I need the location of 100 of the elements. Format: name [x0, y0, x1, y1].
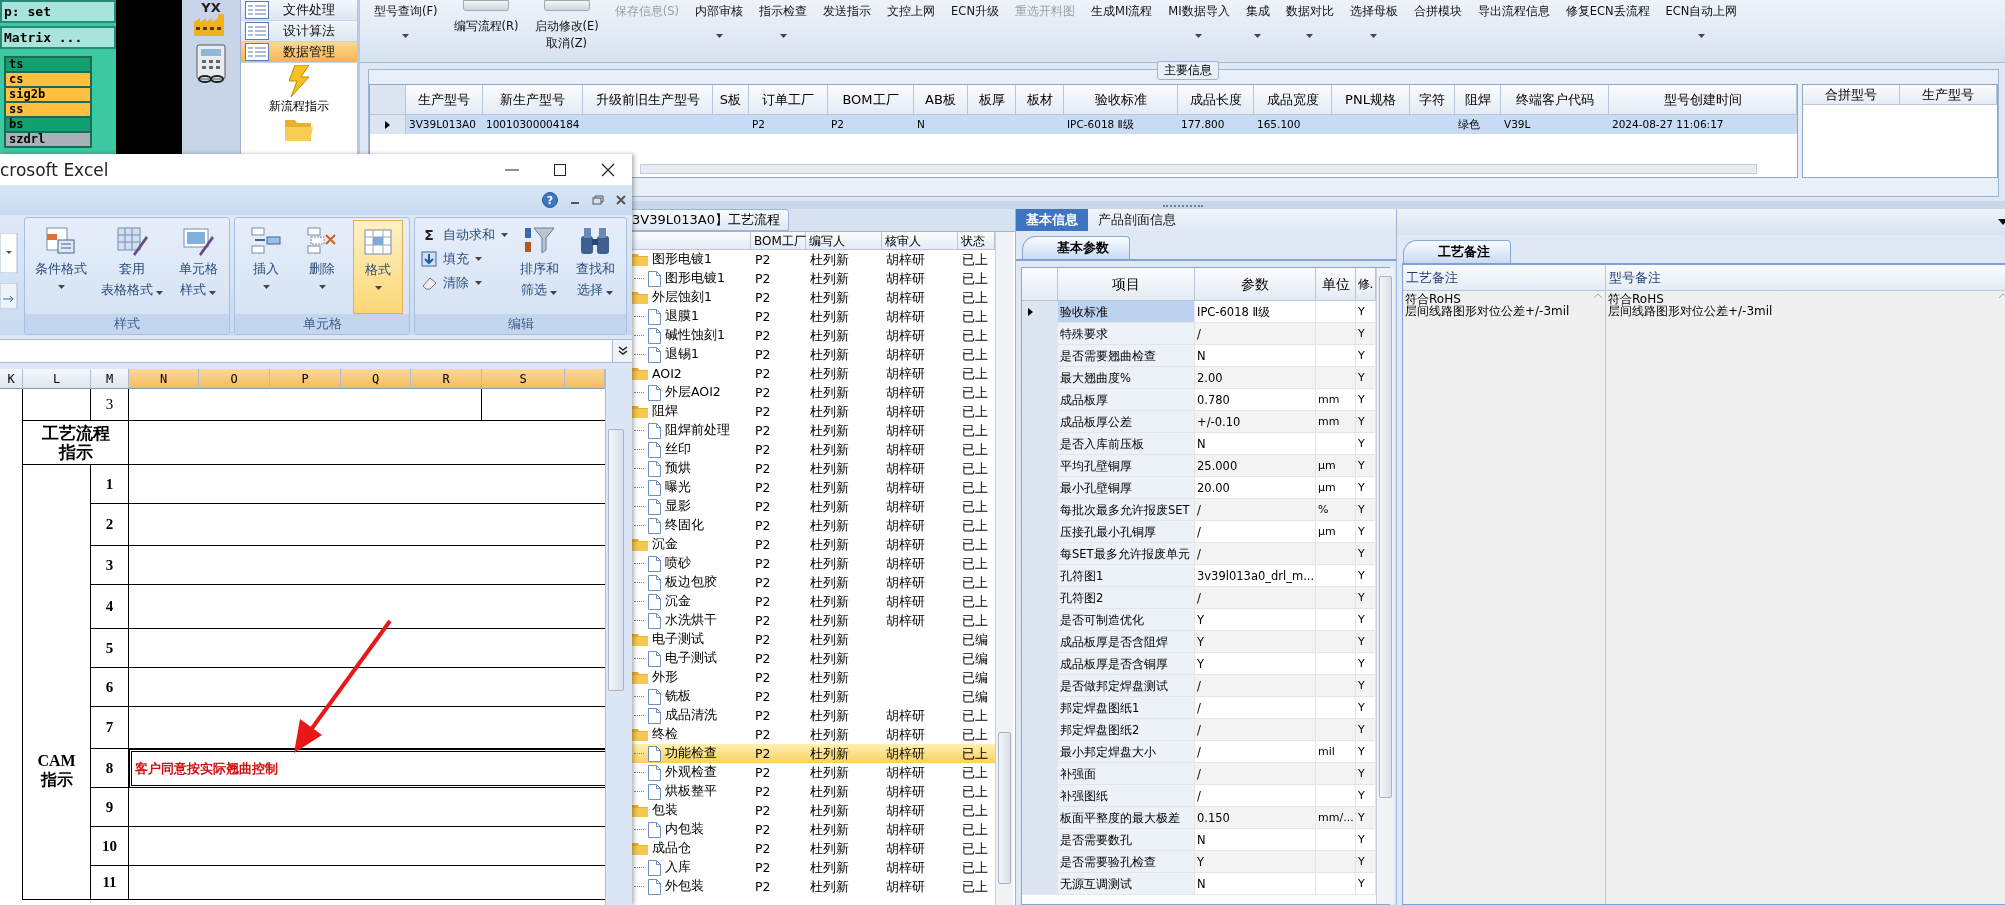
layer-item[interactable]: sig2b: [6, 88, 90, 101]
toolbar-button[interactable]: 启动修改(E) 取消(Z): [534, 0, 599, 62]
tree-row[interactable]: 外形 P2 杜列新 已编: [632, 668, 995, 687]
new-flow-button[interactable]: 新流程指示: [269, 98, 329, 115]
table-row[interactable]: 每批次最多允许报废SET / % Y: [1022, 499, 1376, 521]
tree-row[interactable]: 沉金 P2 杜列新 胡梓研 已上: [632, 535, 995, 554]
column-header[interactable]: 状态: [958, 232, 995, 250]
tree-row[interactable]: 丝印 P2 杜列新 胡梓研 已上: [632, 440, 995, 459]
toolbar-button[interactable]: 生成MI流程: [1091, 0, 1153, 62]
table-row[interactable]: 是否入库前压板 N Y: [1022, 433, 1376, 455]
table-row[interactable]: 成品板厚是否含阻焊 Y Y: [1022, 631, 1376, 653]
tree-row[interactable]: 板边包胶 P2 杜列新 胡梓研 已上: [632, 573, 995, 592]
tree-row[interactable]: 曝光 P2 杜列新 胡梓研 已上: [632, 478, 995, 497]
column-header[interactable]: 阻焊: [1455, 85, 1501, 115]
table-row[interactable]: 板面平整度的最大极差 0.150 mm/... Y: [1022, 807, 1376, 829]
column-header[interactable]: R: [411, 369, 482, 389]
column-header[interactable]: M: [91, 369, 129, 389]
toolbar-button[interactable]: 发送指示: [823, 0, 872, 62]
column-header[interactable]: 成品宽度: [1254, 85, 1332, 115]
tree-item[interactable]: 外层蚀刻1: [652, 289, 712, 306]
help-button[interactable]: ?: [542, 192, 558, 208]
ribbon-button[interactable]: 单元格 样式: [173, 220, 223, 314]
table-row[interactable]: 每SET最多允许报废单元 / Y: [1022, 543, 1376, 565]
table-row[interactable]: 成品板厚公差 +/-0.10 mm Y: [1022, 411, 1376, 433]
tree-row[interactable]: 水洗烘干 P2 杜列新 胡梓研 已上: [632, 611, 995, 630]
tree-row[interactable]: 阻焊 P2 杜列新 胡梓研 已上: [632, 402, 995, 421]
table-row[interactable]: 最小孔壁铜厚 20.00 μm Y: [1022, 477, 1376, 499]
tree-row[interactable]: 外观检查 P2 杜列新 胡梓研 已上: [632, 763, 995, 782]
tree-row[interactable]: 图形电镀1 P2 杜列新 胡梓研 已上: [632, 269, 995, 288]
tree-item[interactable]: 显影: [665, 498, 691, 515]
tree-item[interactable]: 外观检查: [665, 764, 717, 781]
tree-item[interactable]: 图形电镀1: [652, 251, 712, 268]
table-row[interactable]: 是否需要验孔检查 Y Y: [1022, 851, 1376, 873]
tree-row[interactable]: 退锡1 P2 杜列新 胡梓研 已上: [632, 345, 995, 364]
tree-item[interactable]: 沉金: [652, 536, 678, 553]
tree-row[interactable]: 终检 P2 杜列新 胡梓研 已上: [632, 725, 995, 744]
layer-item[interactable]: bs: [6, 118, 90, 131]
tree-row[interactable]: 外包装 P2 杜列新 胡梓研 已上: [632, 877, 995, 896]
tab[interactable]: 工艺备注: [1403, 240, 1511, 263]
layer-item[interactable]: cs: [6, 73, 90, 86]
column-header[interactable]: 订单工厂: [749, 85, 828, 115]
table-row[interactable]: 平均孔壁铜厚 25.000 μm Y: [1022, 455, 1376, 477]
tree-item[interactable]: 沉金: [665, 593, 691, 610]
column-header[interactable]: N: [129, 369, 199, 389]
tree-row[interactable]: 包装 P2 杜列新 胡梓研 已上: [632, 801, 995, 820]
tree-item[interactable]: 图形电镀1: [665, 270, 725, 287]
tree-item[interactable]: 喷砂: [665, 555, 691, 572]
layer-item[interactable]: ss: [6, 103, 90, 116]
table-row[interactable]: 孔符图1 3v39l013a0_drl_m... Y: [1022, 565, 1376, 587]
tree-row[interactable]: 成品清洗 P2 杜列新 胡梓研 已上: [632, 706, 995, 725]
table-row[interactable]: 补强图纸 / Y: [1022, 785, 1376, 807]
column-header[interactable]: 参数: [1195, 268, 1316, 301]
tree-item[interactable]: 板边包胶: [665, 574, 717, 591]
column-header[interactable]: K: [0, 369, 23, 389]
tree-item[interactable]: 退膜1: [665, 308, 699, 325]
tree-item[interactable]: 成品清洗: [665, 707, 717, 724]
tree-row[interactable]: 电子测试 P2 杜列新 已编: [632, 630, 995, 649]
tree-row[interactable]: 喷砂 P2 杜列新 胡梓研 已上: [632, 554, 995, 573]
layer-item[interactable]: szdrl: [6, 133, 90, 146]
tree-item[interactable]: 碱性蚀刻1: [665, 327, 725, 344]
table-row[interactable]: 是否需要数孔 N Y: [1022, 829, 1376, 851]
column-header[interactable]: 板材: [1016, 85, 1064, 115]
column-header[interactable]: BOM工厂: [828, 85, 914, 115]
table-row[interactable]: 验收标准 IPC-6018 Ⅱ级 Y: [1022, 301, 1376, 323]
tree-row[interactable]: 外层蚀刻1 P2 杜列新 胡梓研 已上: [632, 288, 995, 307]
tree-item[interactable]: 终固化: [665, 517, 704, 534]
tree-row[interactable]: 显影 P2 杜列新 胡梓研 已上: [632, 497, 995, 516]
tree-row[interactable]: 预烘 P2 杜列新 胡梓研 已上: [632, 459, 995, 478]
toolbar-button[interactable]: MI数据导入: [1168, 0, 1230, 62]
table-row[interactable]: 成品板厚 0.780 mm Y: [1022, 389, 1376, 411]
ribbon-button[interactable]: 格式: [353, 220, 403, 314]
column-header[interactable]: S板: [713, 85, 749, 115]
ribbon-button[interactable]: Σ 自动求和: [421, 226, 508, 244]
toolbar-button[interactable]: 导出流程信息: [1477, 0, 1550, 62]
tab[interactable]: 产品剖面信息: [1088, 209, 1186, 231]
column-header[interactable]: 型号创建时间: [1609, 85, 1797, 115]
tree-item[interactable]: AOI2: [652, 366, 682, 381]
column-header[interactable]: 合拼型号: [1803, 85, 1900, 105]
tab[interactable]: 基本信息: [1016, 209, 1088, 231]
tree-row[interactable]: 终固化 P2 杜列新 胡梓研 已上: [632, 516, 995, 535]
toolbar-button[interactable]: 合拼模块: [1413, 0, 1462, 62]
toolbar-button[interactable]: 指示检查: [759, 0, 808, 62]
column-header[interactable]: 板厚: [968, 85, 1016, 115]
tab[interactable]: 基本参数: [1022, 236, 1130, 259]
toolbar-button[interactable]: 内部审核: [695, 0, 744, 62]
column-header[interactable]: 验收标准: [1064, 85, 1178, 115]
column-header[interactable]: 字符: [1410, 85, 1455, 115]
ribbon-button[interactable]: 套用 表格格式: [97, 220, 167, 314]
tree-item[interactable]: 阻焊: [652, 403, 678, 420]
column-header[interactable]: 成品长度: [1178, 85, 1254, 115]
table-row[interactable]: 成品板厚是否含铜厚 Y Y: [1022, 653, 1376, 675]
table-row[interactable]: 无源互调测试 N Y: [1022, 873, 1376, 895]
tree-item[interactable]: 丝印: [665, 441, 691, 458]
tree-row[interactable]: 成品仓 P2 杜列新 胡梓研 已上: [632, 839, 995, 858]
toolbar-button[interactable]: 型号查询(F): [374, 0, 438, 62]
tree-item[interactable]: 终检: [652, 726, 678, 743]
tree-row[interactable]: 电子测试 P2 杜列新 已编: [632, 649, 995, 668]
column-header[interactable]: AB板: [914, 85, 968, 115]
toolbar-button[interactable]: 文控上网: [887, 0, 936, 62]
tree-item[interactable]: 电子测试: [665, 650, 717, 667]
